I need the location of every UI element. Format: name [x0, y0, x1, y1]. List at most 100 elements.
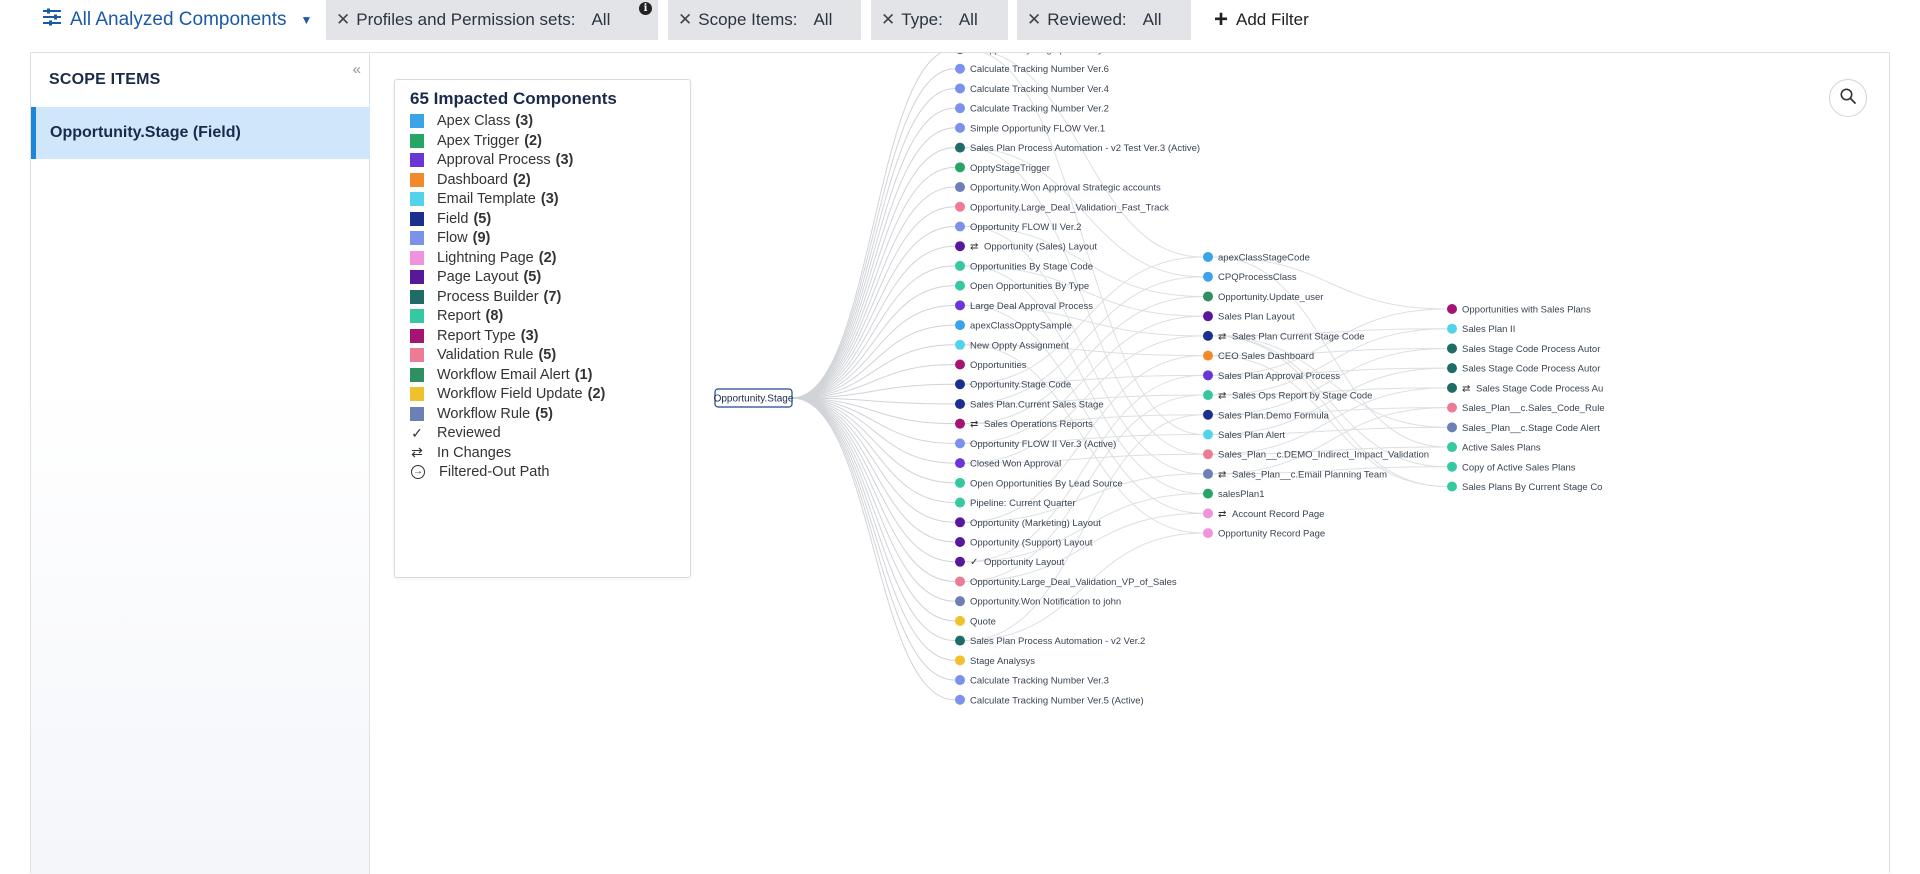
node-dot[interactable] — [955, 517, 965, 528]
node-dot[interactable] — [955, 122, 965, 133]
graph-node[interactable]: Calculate Tracking Number Ver.6 — [955, 63, 1109, 76]
node-dot[interactable] — [955, 497, 965, 508]
filter-chip-scope-items[interactable]: ✕ Scope Items: All — [668, 0, 861, 40]
graph-node[interactable]: Simple Opportunity FLOW Ver.1 — [955, 122, 1105, 135]
node-dot[interactable] — [955, 398, 965, 409]
node-dot[interactable] — [1203, 488, 1213, 499]
graph-node[interactable]: Opportunity (Marketing) Layout — [955, 517, 1101, 529]
graph-node[interactable]: Sales Stage Code Process Autor — [1447, 343, 1600, 355]
graph-node[interactable]: apexClassStageCode — [1203, 252, 1310, 264]
node-dot[interactable] — [955, 596, 965, 607]
graph-node[interactable]: apexClassOpptySample — [955, 320, 1072, 332]
node-dot[interactable] — [1203, 291, 1213, 302]
node-dot[interactable] — [955, 142, 965, 153]
node-dot[interactable] — [955, 280, 965, 291]
node-dot[interactable] — [955, 63, 965, 74]
graph-node[interactable]: Sales Plan Process Automation - v2 Test … — [955, 142, 1200, 155]
node-dot[interactable] — [1203, 528, 1213, 539]
graph-node[interactable]: Opportunities By Stage Code — [955, 260, 1093, 273]
graph-node[interactable]: Opportunities — [955, 359, 1027, 372]
graph-node[interactable]: Copy of Active Sales Plans — [1447, 461, 1576, 474]
node-dot[interactable] — [1447, 442, 1457, 453]
graph-node[interactable]: Opportunity.Won Notification to john — [955, 596, 1121, 608]
node-dot[interactable] — [955, 221, 965, 232]
graph-node[interactable]: Calculate Tracking Number Ver.3 — [955, 675, 1109, 687]
scope-item-opportunity-stage[interactable]: Opportunity.Stage (Field) — [31, 107, 370, 159]
node-dot[interactable] — [955, 339, 965, 350]
add-filter-button[interactable]: + Add Filter — [1214, 6, 1309, 34]
view-selector[interactable]: All Analyzed Components ▼ — [42, 6, 312, 34]
graph-node[interactable]: Opportunity.Stage Code — [955, 379, 1071, 391]
graph-node[interactable]: Sales Plan Process Automation - v2 Ver.2 — [955, 635, 1145, 648]
node-dot[interactable] — [955, 694, 965, 705]
zoom-search-button[interactable] — [1829, 79, 1867, 117]
graph-node[interactable]: Sales Plan Layout — [1203, 311, 1295, 323]
node-dot[interactable] — [1447, 304, 1457, 314]
node-dot[interactable] — [1203, 409, 1213, 420]
graph-node[interactable]: Sales Plan.Demo Formula — [1203, 409, 1330, 422]
graph-node[interactable]: salesPlan1 — [1203, 488, 1264, 501]
node-dot[interactable] — [955, 201, 965, 212]
node-dot[interactable] — [955, 438, 965, 449]
graph-node[interactable]: Sales_Plan__c.Stage Code Alert — [1447, 422, 1600, 434]
node-dot[interactable] — [1203, 271, 1213, 282]
node-dot[interactable] — [955, 615, 965, 626]
node-dot[interactable] — [955, 675, 965, 686]
node-dot[interactable] — [955, 458, 965, 469]
node-dot[interactable] — [955, 241, 965, 252]
graph-node[interactable]: ⇄ opportunity stage probability Ver.1 — [955, 53, 1127, 56]
graph-node[interactable]: Sales Stage Code Process Autor — [1447, 363, 1600, 375]
node-dot[interactable] — [1203, 330, 1213, 341]
filter-chip-reviewed[interactable]: ✕ Reviewed: All — [1017, 0, 1191, 40]
graph-node[interactable]: ⇄ Opportunity (Sales) Layout — [955, 241, 1097, 253]
graph-node[interactable]: New Oppty Assignment — [955, 339, 1069, 352]
graph-node[interactable]: Opportunity.Won Approval Strategic accou… — [955, 182, 1161, 194]
close-icon[interactable]: ✕ — [336, 10, 350, 30]
collapse-icon[interactable]: « — [353, 61, 361, 78]
graph-node[interactable]: Opportunity.Update_user — [1203, 291, 1323, 303]
node-dot[interactable] — [1447, 422, 1457, 433]
info-icon[interactable]: i — [639, 2, 652, 15]
graph-node[interactable]: Opportunity FLOW II Ver.2 — [955, 221, 1081, 233]
node-dot[interactable] — [955, 53, 965, 54]
graph-node[interactable]: Opportunity (Support) Layout — [955, 537, 1093, 549]
node-dot[interactable] — [955, 103, 965, 114]
node-dot[interactable] — [955, 83, 965, 94]
graph-node[interactable]: ⇄ Sales Ops Report by Stage Code — [1203, 390, 1372, 402]
node-dot[interactable] — [955, 359, 965, 370]
graph-node[interactable]: Sales Plans By Current Stage Co — [1447, 481, 1602, 493]
graph-node[interactable]: Closed Won Approval — [955, 458, 1061, 470]
node-dot[interactable] — [955, 537, 965, 547]
node-dot[interactable] — [955, 379, 965, 390]
node-dot[interactable] — [955, 300, 965, 311]
graph-node[interactable]: Opportunities with Sales Plans — [1447, 304, 1591, 316]
graph-canvas[interactable]: Opportunity.Stage ⇄ opportunity stage prob… — [370, 53, 1889, 874]
node-dot[interactable] — [955, 635, 965, 646]
graph-node[interactable]: Calculate Tracking Number Ver.2 — [955, 103, 1109, 115]
graph-node[interactable]: ⇄ Sales Stage Code Process Au — [1447, 382, 1603, 395]
graph-node[interactable]: Sales Plan Approval Process — [1203, 370, 1340, 382]
node-dot[interactable] — [955, 182, 965, 193]
graph-node[interactable]: OpptyStageTrigger — [955, 162, 1050, 174]
graph-node[interactable]: Stage Analysys — [955, 655, 1035, 667]
node-dot[interactable] — [1203, 508, 1213, 519]
graph-node[interactable]: Open Opportunities By Lead Source — [955, 477, 1123, 490]
node-dot[interactable] — [1447, 461, 1457, 472]
node-dot[interactable] — [1203, 429, 1213, 440]
node-dot[interactable] — [1203, 390, 1213, 401]
graph-node[interactable]: ⇄ Sales Operations Reports — [955, 418, 1093, 431]
graph-node[interactable]: Sales Plan.Current Sales Stage — [955, 398, 1104, 411]
node-dot[interactable] — [1447, 402, 1457, 413]
graph-node[interactable]: Opportunity.Large_Deal_Validation_Fast_T… — [955, 201, 1169, 214]
graph-node[interactable]: Opportunity FLOW II Ver.3 (Active) — [955, 438, 1116, 450]
graph-node[interactable]: Sales Plan Alert — [1203, 429, 1285, 441]
filter-chip-profiles[interactable]: ✕ Profiles and Permission sets: All i — [326, 0, 658, 40]
node-dot[interactable] — [1447, 363, 1457, 374]
graph-node[interactable]: Opportunity.Large_Deal_Validation_VP_of_… — [955, 576, 1177, 588]
node-dot[interactable] — [1203, 468, 1213, 479]
node-dot[interactable] — [1447, 323, 1457, 334]
node-dot[interactable] — [955, 576, 965, 587]
filter-chip-type[interactable]: ✕ Type: All — [871, 0, 1008, 40]
node-dot[interactable] — [1203, 252, 1213, 262]
close-icon[interactable]: ✕ — [678, 10, 692, 30]
